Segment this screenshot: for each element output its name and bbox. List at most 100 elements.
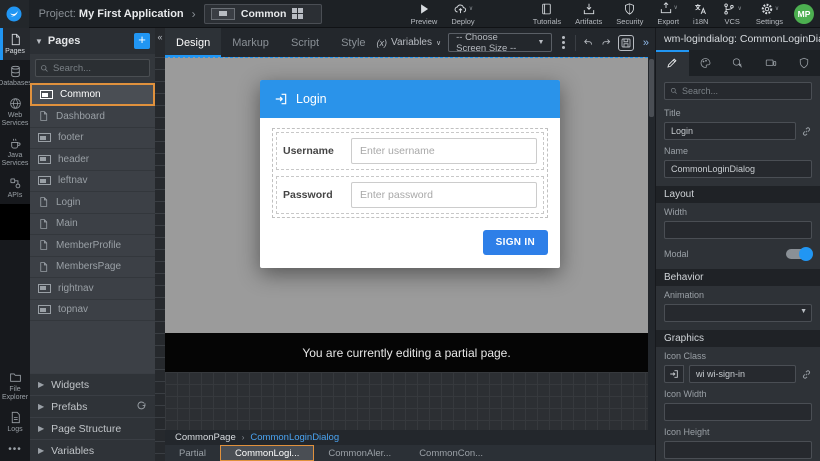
add-page-button[interactable]: + bbox=[134, 33, 150, 49]
refresh-icon[interactable] bbox=[136, 401, 147, 412]
username-input[interactable] bbox=[351, 138, 537, 164]
login-dialog[interactable]: Login Username Password bbox=[260, 80, 560, 268]
settings-button[interactable]: ∨ Settings bbox=[749, 0, 790, 28]
pages-search[interactable] bbox=[35, 59, 150, 77]
save-button[interactable] bbox=[618, 35, 634, 51]
variables-icon: (x) bbox=[377, 38, 388, 48]
page-item-rightnav[interactable]: rightnav bbox=[30, 278, 155, 300]
accordion-prefabs[interactable]: ▶ Prefabs bbox=[30, 395, 155, 417]
tab-design[interactable]: Design bbox=[165, 28, 221, 57]
page-item-main[interactable]: Main bbox=[30, 214, 155, 236]
icon-width-input[interactable] bbox=[664, 403, 812, 421]
tab-partial[interactable]: Partial bbox=[165, 445, 220, 461]
variables-button[interactable]: (x) Variables ∨ bbox=[377, 37, 442, 48]
floppy-icon bbox=[620, 37, 632, 49]
tab-devices[interactable] bbox=[754, 50, 787, 76]
magnifier-x-icon bbox=[731, 57, 744, 69]
grid-icon[interactable] bbox=[292, 8, 314, 19]
page-icon bbox=[9, 33, 22, 46]
login-form[interactable]: Username Password bbox=[272, 128, 548, 218]
export-button[interactable]: ∨ Export bbox=[650, 0, 686, 28]
title-label: Title bbox=[664, 108, 812, 118]
properties-search-input[interactable] bbox=[682, 86, 792, 96]
scrollbar-thumb[interactable] bbox=[649, 59, 654, 117]
more-options-icon[interactable]: ••• bbox=[0, 438, 30, 461]
icon-class-input[interactable] bbox=[689, 365, 796, 383]
animation-select[interactable] bbox=[664, 304, 812, 322]
tab-styles[interactable] bbox=[689, 50, 722, 76]
page-item-footer[interactable]: footer bbox=[30, 128, 155, 150]
rail-item-databases[interactable]: Databases bbox=[0, 60, 30, 92]
accordion-widgets[interactable]: ▶ Widgets bbox=[30, 373, 155, 395]
preview-button[interactable]: Preview bbox=[404, 0, 445, 28]
page-item-header[interactable]: header bbox=[30, 149, 155, 171]
accordion-page-structure[interactable]: ▶ Page Structure bbox=[30, 417, 155, 439]
screen-size-select[interactable]: -- Choose Screen Size -- ▼ bbox=[448, 33, 552, 52]
dialog-header[interactable]: Login bbox=[260, 80, 560, 118]
breadcrumb-page[interactable]: CommonPage bbox=[175, 432, 236, 443]
sign-in-button[interactable]: SIGN IN bbox=[483, 230, 548, 255]
page-item-topnav[interactable]: topnav bbox=[30, 300, 155, 322]
username-row[interactable]: Username bbox=[276, 132, 544, 170]
rail-item-pages[interactable]: Pages bbox=[0, 28, 30, 60]
redo-icon[interactable] bbox=[601, 36, 611, 49]
tab-security-props[interactable] bbox=[787, 50, 820, 76]
expand-right-icon[interactable]: » bbox=[641, 37, 651, 49]
page-item-memberprofile[interactable]: MemberProfile bbox=[30, 235, 155, 257]
pages-search-input[interactable] bbox=[53, 63, 133, 74]
rail-item-web-services[interactable]: Web Services bbox=[0, 92, 30, 132]
i18n-button[interactable]: i18N bbox=[686, 0, 715, 28]
password-input[interactable] bbox=[351, 182, 537, 208]
icon-height-input[interactable] bbox=[664, 441, 812, 459]
panel-collapse-strip: « bbox=[155, 28, 165, 461]
breadcrumb-current[interactable]: CommonLoginDialog bbox=[250, 432, 339, 443]
properties-search[interactable] bbox=[664, 82, 812, 100]
rail-item-file-explorer[interactable]: File Explorer bbox=[0, 366, 30, 406]
canvas-scrollbar[interactable] bbox=[648, 57, 655, 430]
caret-down-icon[interactable]: ▼ bbox=[35, 37, 43, 46]
tab-common-login-dialog[interactable]: CommonLogi... bbox=[220, 445, 314, 461]
rail-item-apis[interactable]: APIs bbox=[0, 172, 30, 204]
tab-common-alert-dialog[interactable]: CommonAler... bbox=[314, 445, 405, 461]
page-item-common[interactable]: Common bbox=[30, 83, 155, 106]
rail-item-java-services[interactable]: Java Services bbox=[0, 132, 30, 172]
pages-panel: ▼ Pages + Common Dashboard footer hea bbox=[30, 28, 155, 461]
bind-link-icon[interactable] bbox=[801, 126, 812, 137]
width-input[interactable] bbox=[664, 221, 812, 239]
page-item-leftnav[interactable]: leftnav bbox=[30, 171, 155, 193]
sign-in-icon bbox=[274, 92, 288, 106]
deploy-button[interactable]: ∨ Deploy bbox=[444, 0, 481, 28]
security-button[interactable]: Security bbox=[609, 0, 650, 28]
page-item-memberspage[interactable]: MembersPage bbox=[30, 257, 155, 279]
wavemaker-logo[interactable] bbox=[0, 0, 29, 28]
partial-icon bbox=[211, 8, 235, 20]
rail-item-logs[interactable]: Logs bbox=[0, 406, 30, 438]
banner-text: You are currently editing a partial page… bbox=[302, 346, 510, 360]
collapse-left-icon[interactable]: « bbox=[157, 28, 162, 46]
undo-icon[interactable] bbox=[583, 36, 593, 49]
accordion-variables[interactable]: ▶ Variables bbox=[30, 439, 155, 461]
caret-right-icon: ▶ bbox=[38, 380, 44, 389]
sign-in-icon bbox=[669, 369, 679, 379]
password-row[interactable]: Password bbox=[276, 176, 544, 214]
bind-link-icon[interactable] bbox=[801, 369, 812, 380]
vcs-button[interactable]: ∨ VCS bbox=[715, 0, 748, 28]
page-item-login[interactable]: Login bbox=[30, 192, 155, 214]
user-avatar[interactable]: MP bbox=[794, 4, 814, 24]
title-input[interactable] bbox=[664, 122, 796, 140]
tab-common-confirm-dialog[interactable]: CommonCon... bbox=[405, 445, 497, 461]
tab-markup[interactable]: Markup bbox=[221, 28, 280, 57]
kebab-menu-icon[interactable] bbox=[559, 36, 568, 49]
name-input[interactable] bbox=[664, 160, 812, 178]
tab-style[interactable]: Style bbox=[330, 28, 376, 57]
tab-events[interactable] bbox=[722, 50, 755, 76]
tutorials-button[interactable]: Tutorials bbox=[526, 0, 568, 28]
page-item-dashboard[interactable]: Dashboard bbox=[30, 106, 155, 128]
artifacts-button[interactable]: Artifacts bbox=[568, 0, 609, 28]
caret-right-icon: ▶ bbox=[38, 446, 44, 455]
modal-toggle[interactable] bbox=[786, 249, 812, 259]
tab-properties[interactable] bbox=[656, 50, 689, 76]
icon-class-label: Icon Class bbox=[664, 351, 812, 361]
tab-script[interactable]: Script bbox=[280, 28, 330, 57]
page-selector[interactable]: Common bbox=[204, 4, 322, 24]
